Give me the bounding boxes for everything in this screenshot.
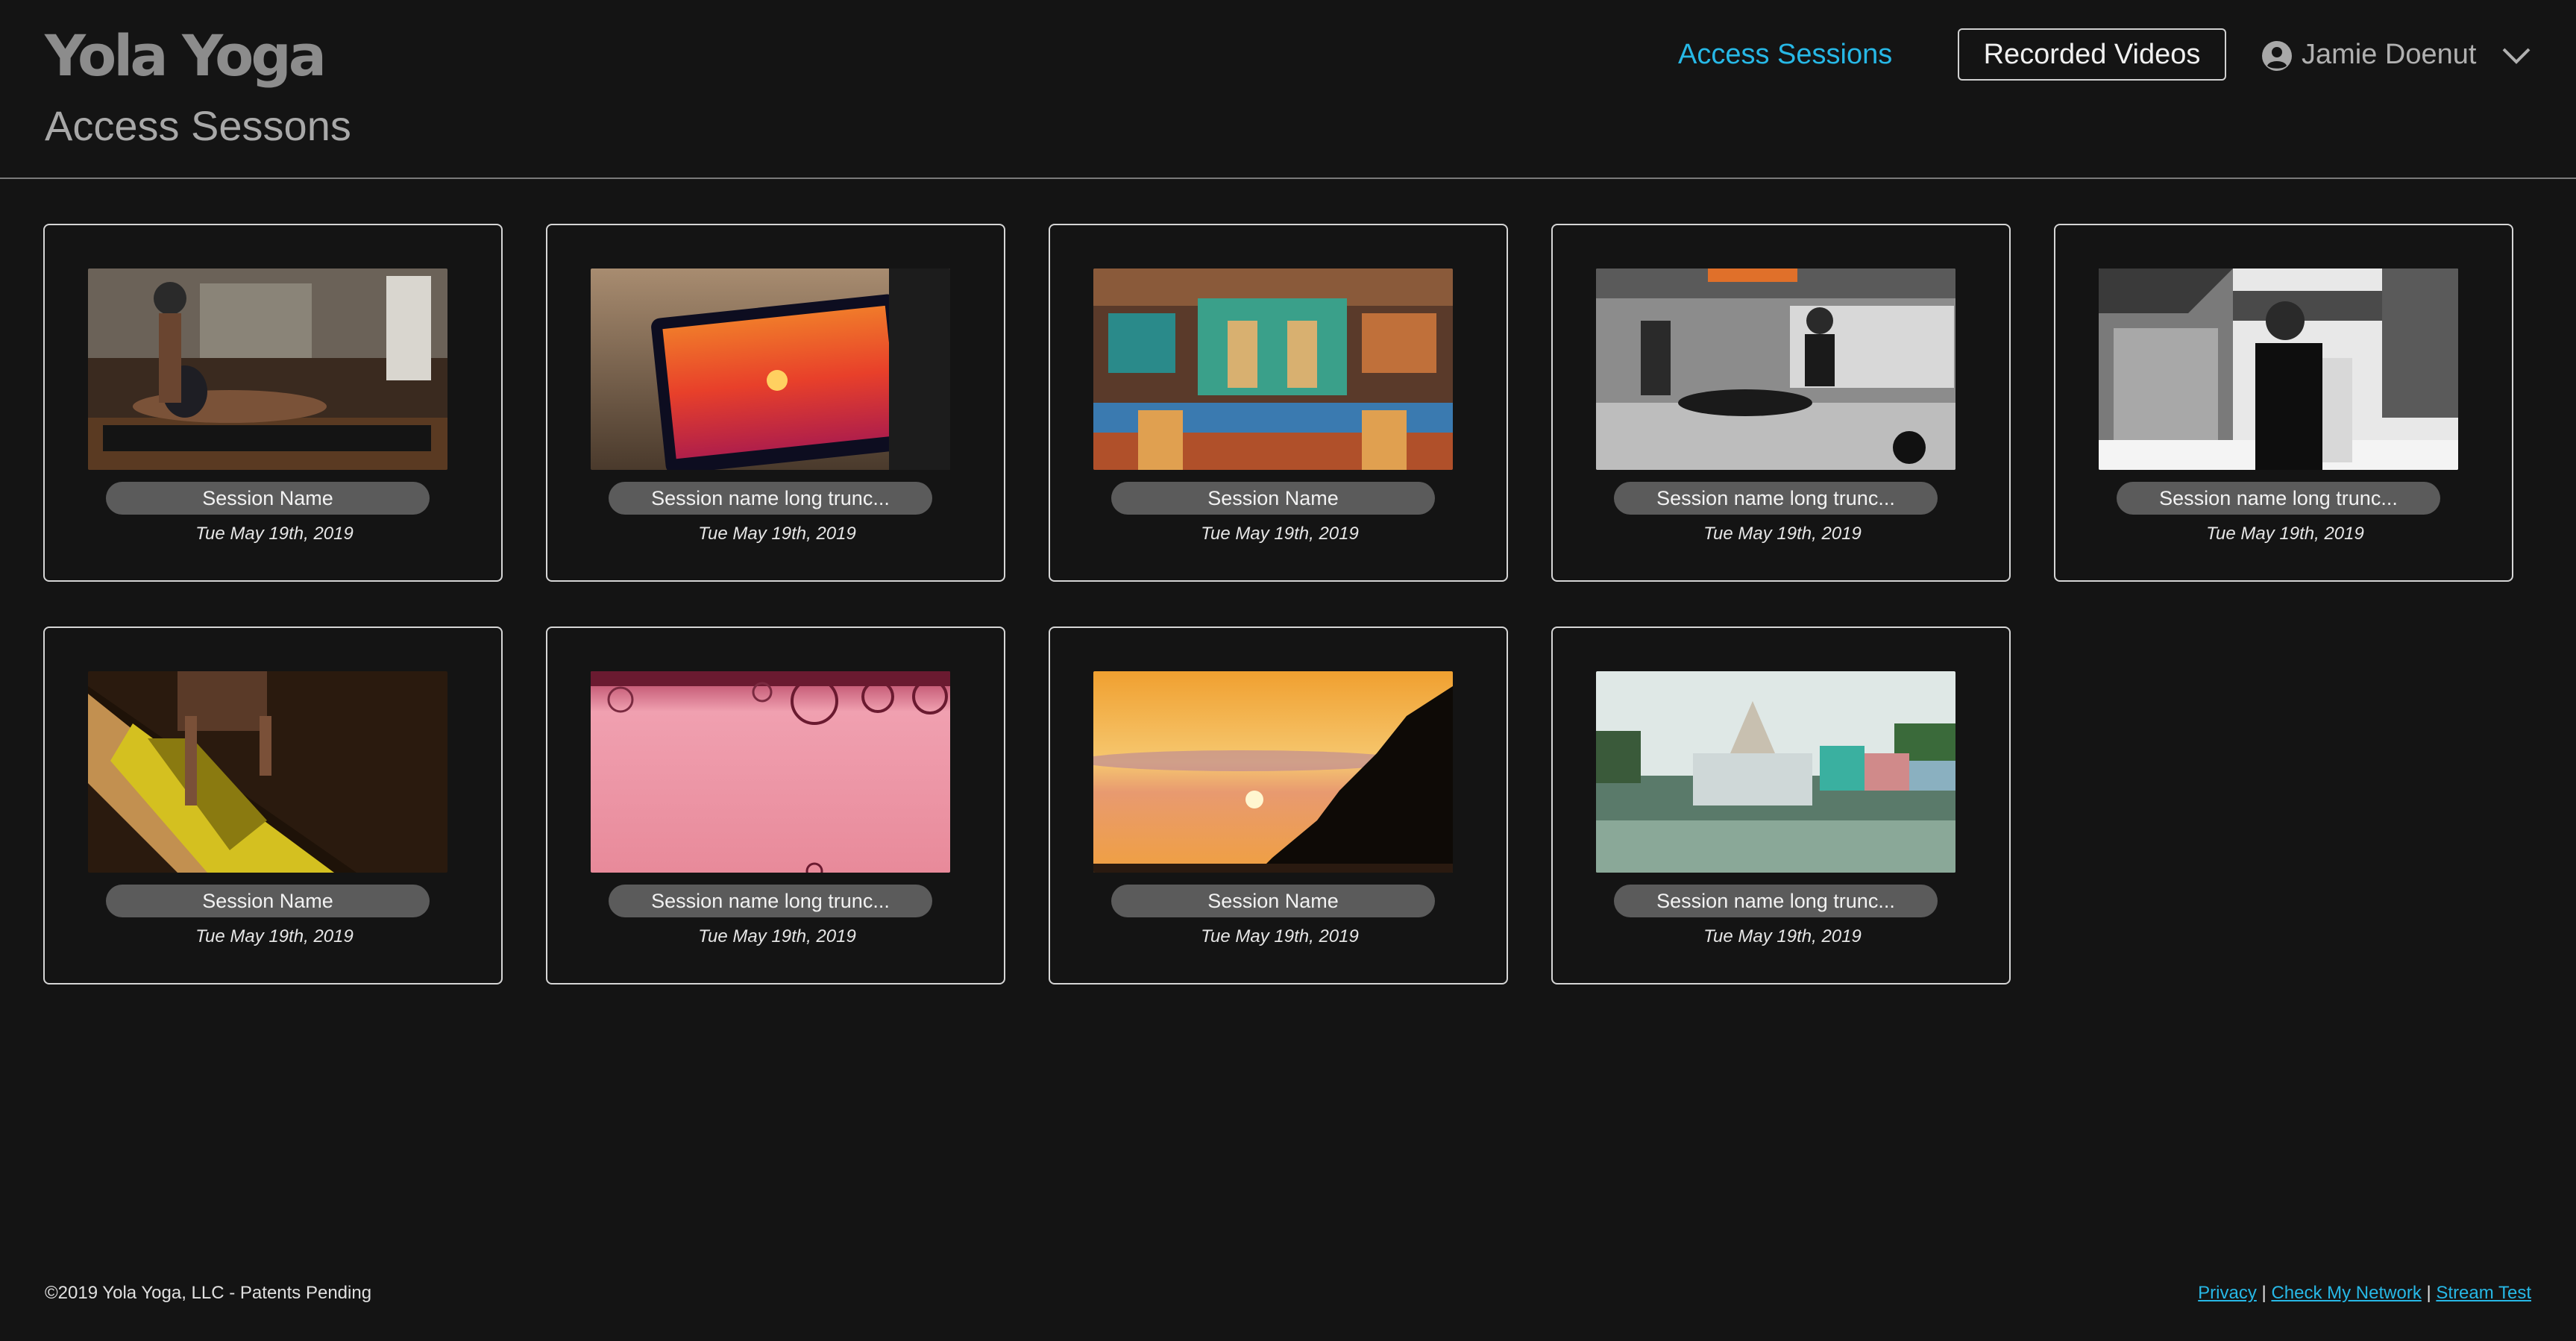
session-date: Tue May 19th, 2019: [195, 524, 354, 544]
stream-test-link[interactable]: Stream Test: [2436, 1283, 2531, 1303]
session-name[interactable]: Session name long trunc...: [609, 885, 932, 917]
session-thumbnail[interactable]: [1093, 671, 1453, 873]
session-date: Tue May 19th, 2019: [2206, 524, 2364, 544]
session-date: Tue May 19th, 2019: [698, 926, 856, 946]
session-thumbnail[interactable]: [591, 671, 950, 873]
session-name[interactable]: Session Name: [106, 482, 430, 515]
session-card[interactable]: Session Name Tue May 19th, 2019: [1049, 626, 1508, 984]
session-name[interactable]: Session name long trunc...: [1614, 885, 1938, 917]
session-thumbnail[interactable]: [1093, 268, 1453, 470]
session-card[interactable]: Session Name Tue May 19th, 2019: [43, 224, 503, 582]
privacy-link[interactable]: Privacy: [2198, 1283, 2257, 1303]
session-thumbnail[interactable]: [88, 268, 447, 470]
session-name[interactable]: Session name long trunc...: [2117, 482, 2440, 515]
footer-separator: |: [2261, 1283, 2266, 1303]
logo[interactable]: Yola Yoga: [45, 22, 327, 89]
session-card[interactable]: Session Name Tue May 19th, 2019: [43, 626, 503, 984]
session-name[interactable]: Session Name: [106, 885, 430, 917]
user-avatar-icon[interactable]: [2261, 40, 2293, 72]
chevron-down-icon[interactable]: [2501, 45, 2531, 67]
session-card[interactable]: Session name long trunc... Tue May 19th,…: [1551, 626, 2011, 984]
session-date: Tue May 19th, 2019: [698, 524, 856, 544]
session-thumbnail[interactable]: [2099, 268, 2458, 470]
session-card[interactable]: Session name long trunc... Tue May 19th,…: [546, 626, 1005, 984]
session-thumbnail[interactable]: [591, 268, 950, 470]
session-name[interactable]: Session name long trunc...: [1614, 482, 1938, 515]
session-thumbnail[interactable]: [1596, 268, 1955, 470]
header-divider: [0, 178, 2576, 179]
session-name[interactable]: Session Name: [1111, 482, 1435, 515]
footer-links: Privacy | Check My Network | Stream Test: [2198, 1283, 2531, 1304]
session-card[interactable]: Session Name Tue May 19th, 2019: [1049, 224, 1508, 582]
session-date: Tue May 19th, 2019: [1703, 926, 1862, 946]
footer-copyright: ©2019 Yola Yoga, LLC - Patents Pending: [45, 1283, 372, 1303]
recorded-videos-button[interactable]: Recorded Videos: [1958, 28, 2226, 81]
nav-access-sessions-link[interactable]: Access Sessions: [1678, 39, 1892, 71]
session-date: Tue May 19th, 2019: [1201, 524, 1359, 544]
footer-separator: |: [2426, 1283, 2431, 1303]
session-date: Tue May 19th, 2019: [1703, 524, 1862, 544]
session-card[interactable]: Session name long trunc... Tue May 19th,…: [546, 224, 1005, 582]
user-name[interactable]: Jamie Doenut: [2302, 39, 2476, 71]
session-card[interactable]: Session name long trunc... Tue May 19th,…: [1551, 224, 2011, 582]
check-my-network-link[interactable]: Check My Network: [2271, 1283, 2421, 1303]
session-card[interactable]: Session name long trunc... Tue May 19th,…: [2054, 224, 2513, 582]
session-thumbnail[interactable]: [88, 671, 447, 873]
header: Yola Yoga Access Sessons Access Sessions…: [0, 0, 2576, 179]
session-date: Tue May 19th, 2019: [1201, 926, 1359, 946]
session-date: Tue May 19th, 2019: [195, 926, 354, 946]
session-name[interactable]: Session name long trunc...: [609, 482, 932, 515]
page: Yola Yoga Access Sessons Access Sessions…: [0, 0, 2576, 1341]
page-title: Access Sessons: [45, 102, 351, 149]
session-thumbnail[interactable]: [1596, 671, 1955, 873]
session-name[interactable]: Session Name: [1111, 885, 1435, 917]
